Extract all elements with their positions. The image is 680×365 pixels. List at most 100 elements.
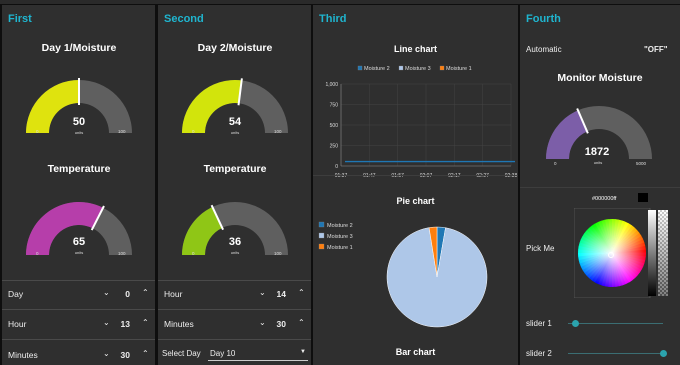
chart-title: Bar chart xyxy=(395,347,436,357)
group-title: Fourth xyxy=(526,13,561,25)
lightness-slider[interactable] xyxy=(648,210,656,296)
divider xyxy=(520,187,680,188)
picker-label: Pick Me xyxy=(526,244,555,253)
group-title: First xyxy=(8,13,32,25)
divider xyxy=(158,280,311,281)
chevron-up-icon[interactable]: ⌃ xyxy=(298,288,305,297)
gauge-unit: units xyxy=(74,250,84,255)
numeric-hour[interactable]: Hour ⌄ 13 ⌃ xyxy=(2,316,155,332)
legend-label: Moisture 1 xyxy=(327,245,353,251)
alpha-overlay xyxy=(658,210,668,296)
x-tick-label: 02:38 xyxy=(505,173,518,179)
gauge-unit: units xyxy=(230,130,240,135)
top-bar xyxy=(0,0,680,4)
monitor-gauge xyxy=(546,106,652,159)
chevron-down-icon[interactable]: ⌄ xyxy=(259,288,266,297)
group-fourth: Fourth Automatic "OFF" Monitor Moisture … xyxy=(520,5,680,365)
slider-2[interactable] xyxy=(568,350,667,357)
gauge-max: 100 xyxy=(118,251,126,256)
legend-swatch xyxy=(318,221,325,228)
gauge-title: Day 2/Moisture xyxy=(197,42,273,54)
pie-chart: Moisture 2 Moisture 3 Moisture 1 xyxy=(318,221,488,328)
moisture-gauge xyxy=(26,78,132,133)
select-value: Day 10 xyxy=(210,349,236,358)
gauge-max: 100 xyxy=(118,129,126,134)
numeric-value: 30 xyxy=(120,350,130,360)
legend-swatch xyxy=(357,65,363,71)
moisture-gauge xyxy=(182,78,288,133)
numeric-label: Minutes xyxy=(164,319,194,329)
gauge-min: 0 xyxy=(192,251,195,256)
gauge-min: 0 xyxy=(36,251,39,256)
numeric-hour[interactable]: Hour ⌄ 14 ⌃ xyxy=(158,286,311,302)
numeric-value: 30 xyxy=(276,319,286,329)
y-tick-label: 250 xyxy=(330,144,339,150)
divider xyxy=(2,339,155,340)
day-select[interactable]: Day 10 ▼ xyxy=(208,348,308,361)
legend-swatch xyxy=(398,65,404,71)
y-tick-label: 0 xyxy=(335,164,338,170)
numeric-label: Day xyxy=(8,289,24,299)
gauge-value: 50 xyxy=(72,116,86,128)
color-preview xyxy=(638,193,648,202)
slider-thumb[interactable] xyxy=(572,320,580,327)
numeric-minutes[interactable]: Minutes ⌄ 30 ⌃ xyxy=(158,316,311,332)
chevron-down-icon[interactable]: ⌄ xyxy=(103,349,110,358)
numeric-value: 0 xyxy=(125,289,130,299)
legend-label: Moisture 3 xyxy=(405,66,431,72)
gauge-max: 5000 xyxy=(636,161,647,166)
divider xyxy=(313,175,518,176)
slider-label: slider 1 xyxy=(526,319,552,328)
gauge-value: 54 xyxy=(228,116,242,128)
gauge-value: 65 xyxy=(72,236,86,248)
y-tick-label: 1,000 xyxy=(325,82,338,88)
divider xyxy=(158,339,311,340)
select-label: Select Day xyxy=(162,349,201,358)
legend-label: Moisture 1 xyxy=(446,66,472,72)
chevron-up-icon[interactable]: ⌃ xyxy=(142,318,149,327)
chevron-down-icon[interactable]: ⌄ xyxy=(103,288,110,297)
group-third: Third Line chart Moisture 2 Moisture 3 Moi… xyxy=(313,5,518,365)
switch-value[interactable]: "OFF" xyxy=(644,45,668,54)
temperature-gauge xyxy=(182,202,288,255)
chevron-up-icon[interactable]: ⌃ xyxy=(142,349,149,358)
gauge-min: 0 xyxy=(554,161,557,166)
divider xyxy=(2,280,155,281)
x-tick-label: 01:57 xyxy=(391,173,404,179)
gauge-unit: units xyxy=(74,130,84,135)
gauge-unit: units xyxy=(230,250,240,255)
numeric-label: Hour xyxy=(8,319,27,329)
x-tick-label: 02:07 xyxy=(420,173,433,179)
group-first: First Day 1/Moisture 50 units 0 100 Temp… xyxy=(2,5,155,365)
x-tick-label: 01:37 xyxy=(335,173,348,179)
x-tick-label: 01:47 xyxy=(363,173,376,179)
x-tick-label: 02:27 xyxy=(476,173,489,179)
chart-title: Line chart xyxy=(393,44,437,54)
gauge-title: Temperature xyxy=(203,163,267,175)
numeric-day[interactable]: Day ⌄ 0 ⌃ xyxy=(2,286,155,302)
numeric-value: 14 xyxy=(276,289,286,299)
chevron-up-icon[interactable]: ⌃ xyxy=(298,318,305,327)
legend-label: Moisture 2 xyxy=(327,223,353,229)
numeric-value: 13 xyxy=(120,319,130,329)
chevron-down-icon[interactable]: ⌄ xyxy=(103,318,110,327)
group-title: Second xyxy=(164,13,204,25)
gauge-max: 100 xyxy=(274,251,282,256)
gauge-value: 1872 xyxy=(584,146,610,158)
numeric-label: Hour xyxy=(164,289,183,299)
temperature-gauge xyxy=(26,202,132,255)
color-hex: #000000ff xyxy=(592,196,617,202)
legend-swatch xyxy=(318,232,325,239)
group-second: Second Day 2/Moisture 54 units 0 100 Tem… xyxy=(158,5,311,365)
chevron-up-icon[interactable]: ⌃ xyxy=(142,288,149,297)
gauge-min: 0 xyxy=(36,129,39,134)
numeric-minutes[interactable]: Minutes ⌄ 30 ⌃ xyxy=(2,347,155,363)
color-picker[interactable] xyxy=(574,208,678,298)
caret-down-icon: ▼ xyxy=(300,349,306,355)
y-tick-label: 500 xyxy=(330,123,339,129)
dashboard: First Day 1/Moisture 50 units 0 100 Temp… xyxy=(0,0,680,365)
slider-1[interactable] xyxy=(568,320,663,327)
chevron-down-icon[interactable]: ⌄ xyxy=(259,318,266,327)
slider-thumb[interactable] xyxy=(659,350,667,357)
divider xyxy=(158,309,311,310)
